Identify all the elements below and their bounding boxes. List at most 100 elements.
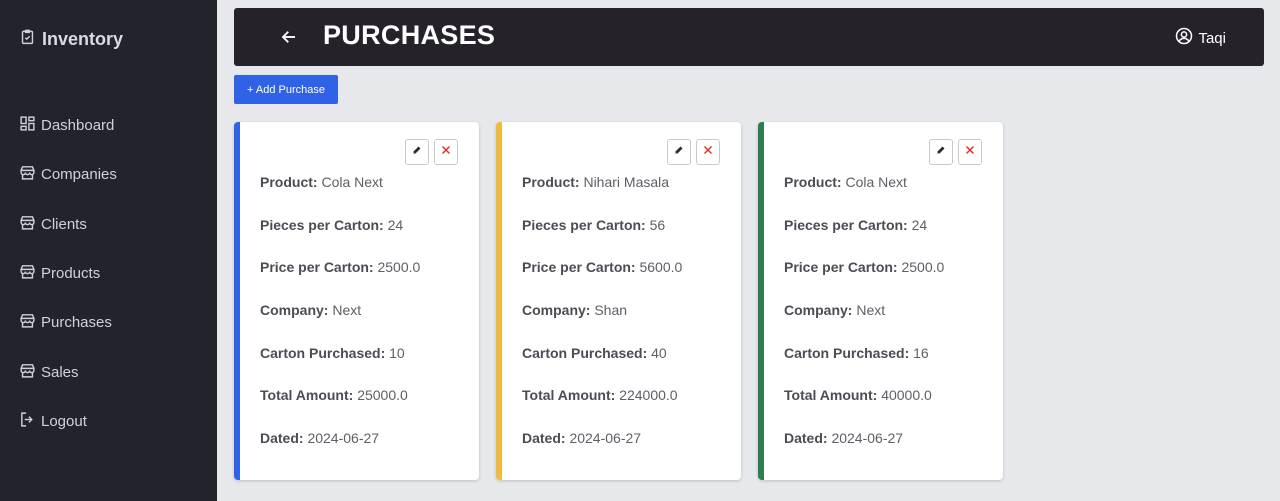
purchase-card: Product: Nihari Masala Pieces per Carton… (496, 122, 741, 480)
field-value: Next (856, 302, 886, 319)
pieces-field: Pieces per Carton: 56 (522, 217, 682, 260)
field-value: 10 (389, 344, 405, 361)
close-icon (440, 143, 452, 161)
delete-button[interactable] (434, 139, 458, 165)
purchase-details: Product: Cola Next Pieces per Carton: 24… (784, 174, 944, 473)
field-value: Shan (594, 302, 628, 319)
sidebar-item-label: Purchases (41, 314, 112, 332)
field-value: 2500.0 (377, 259, 421, 276)
sidebar-item-companies[interactable]: Companies (0, 150, 217, 199)
add-purchase-button[interactable]: + Add Purchase (234, 75, 338, 104)
price-field: Price per Carton: 2500.0 (260, 259, 420, 302)
sidebar-item-dashboard[interactable]: Dashboard (0, 101, 217, 150)
company-field: Company: Shan (522, 302, 682, 345)
edit-button[interactable] (667, 139, 691, 165)
pieces-field: Pieces per Carton: 24 (260, 217, 420, 260)
close-icon (702, 143, 714, 161)
field-value: 2500.0 (901, 259, 945, 276)
delete-button[interactable] (696, 139, 720, 165)
sidebar-item-label: Sales (41, 363, 79, 381)
brand-name: Inventory (42, 29, 124, 49)
delete-button[interactable] (958, 139, 982, 165)
cartons-field: Carton Purchased: 16 (784, 345, 944, 388)
total-field: Total Amount: 25000.0 (260, 387, 420, 430)
top-bar: PURCHASES Taqi (234, 8, 1264, 66)
field-value: 2024-06-27 (569, 430, 642, 447)
field-label: Dated: (522, 430, 566, 447)
store-icon (19, 263, 36, 284)
back-arrow-icon[interactable] (280, 28, 298, 46)
field-value: Next (332, 302, 362, 319)
sidebar: Inventory Dashboard Companies Clients Pr… (0, 0, 217, 501)
sidebar-item-label: Clients (41, 215, 87, 233)
cartons-field: Carton Purchased: 40 (522, 345, 682, 388)
sidebar-item-clients[interactable]: Clients (0, 200, 217, 249)
user-menu[interactable]: Taqi (1175, 27, 1226, 49)
sidebar-nav: Dashboard Companies Clients Products Pur… (0, 101, 217, 446)
store-icon (19, 362, 36, 383)
store-icon (19, 214, 36, 235)
field-label: Pieces per Carton: (784, 216, 908, 233)
field-label: Product: (784, 174, 842, 190)
product-field: Product: Cola Next (784, 174, 944, 217)
card-actions (405, 139, 458, 165)
total-field: Total Amount: 40000.0 (784, 387, 944, 430)
purchase-details: Product: Nihari Masala Pieces per Carton… (522, 174, 682, 473)
field-label: Carton Purchased: (522, 344, 648, 361)
card-actions (929, 139, 982, 165)
price-field: Price per Carton: 2500.0 (784, 259, 944, 302)
pencil-icon (673, 143, 685, 161)
brand[interactable]: Inventory (19, 28, 123, 51)
field-value: 2024-06-27 (307, 430, 380, 447)
pieces-field: Pieces per Carton: 24 (784, 217, 944, 260)
dated-field: Dated: 2024-06-27 (260, 430, 420, 473)
sidebar-item-label: Products (41, 265, 101, 283)
field-value: 24 (911, 216, 928, 233)
price-field: Price per Carton: 5600.0 (522, 259, 682, 302)
cartons-field: Carton Purchased: 10 (260, 345, 420, 388)
logout-icon (19, 411, 36, 432)
field-value: 5600.0 (639, 259, 683, 276)
company-field: Company: Next (784, 302, 944, 345)
field-label: Company: (260, 302, 329, 319)
field-value: 224000.0 (619, 387, 678, 404)
sidebar-item-sales[interactable]: Sales (0, 347, 217, 396)
field-value: 24 (387, 216, 404, 233)
field-label: Product: (260, 174, 318, 190)
field-label: Dated: (260, 430, 304, 447)
field-value: 40 (651, 344, 667, 361)
field-label: Price per Carton: (522, 259, 636, 276)
purchase-card: Product: Cola Next Pieces per Carton: 24… (234, 122, 479, 480)
field-value: Nihari Masala (583, 174, 670, 190)
field-value: 56 (649, 216, 666, 233)
field-value: 25000.0 (357, 387, 408, 404)
field-label: Company: (784, 302, 853, 319)
field-label: Price per Carton: (260, 259, 374, 276)
page-title: PURCHASES (323, 20, 496, 50)
sidebar-item-purchases[interactable]: Purchases (0, 298, 217, 347)
sidebar-item-products[interactable]: Products (0, 249, 217, 298)
store-icon (19, 312, 36, 333)
field-label: Dated: (784, 430, 828, 447)
company-field: Company: Next (260, 302, 420, 345)
field-value: 16 (913, 344, 929, 361)
pencil-icon (935, 143, 947, 161)
field-label: Product: (522, 174, 580, 190)
field-value: Cola Next (845, 174, 907, 190)
edit-button[interactable] (405, 139, 429, 165)
field-label: Pieces per Carton: (260, 216, 384, 233)
sidebar-item-label: Companies (41, 166, 117, 184)
close-icon (964, 143, 976, 161)
sidebar-item-logout[interactable]: Logout (0, 397, 217, 446)
purchase-details: Product: Cola Next Pieces per Carton: 24… (260, 174, 420, 473)
dated-field: Dated: 2024-06-27 (522, 430, 682, 473)
field-label: Price per Carton: (784, 259, 898, 276)
total-field: Total Amount: 224000.0 (522, 387, 682, 430)
field-value: 2024-06-27 (831, 430, 904, 447)
edit-button[interactable] (929, 139, 953, 165)
field-value: 40000.0 (881, 387, 932, 404)
field-label: Total Amount: (260, 387, 354, 404)
field-value: Cola Next (321, 174, 383, 190)
field-label: Carton Purchased: (784, 344, 910, 361)
field-label: Company: (522, 302, 591, 319)
